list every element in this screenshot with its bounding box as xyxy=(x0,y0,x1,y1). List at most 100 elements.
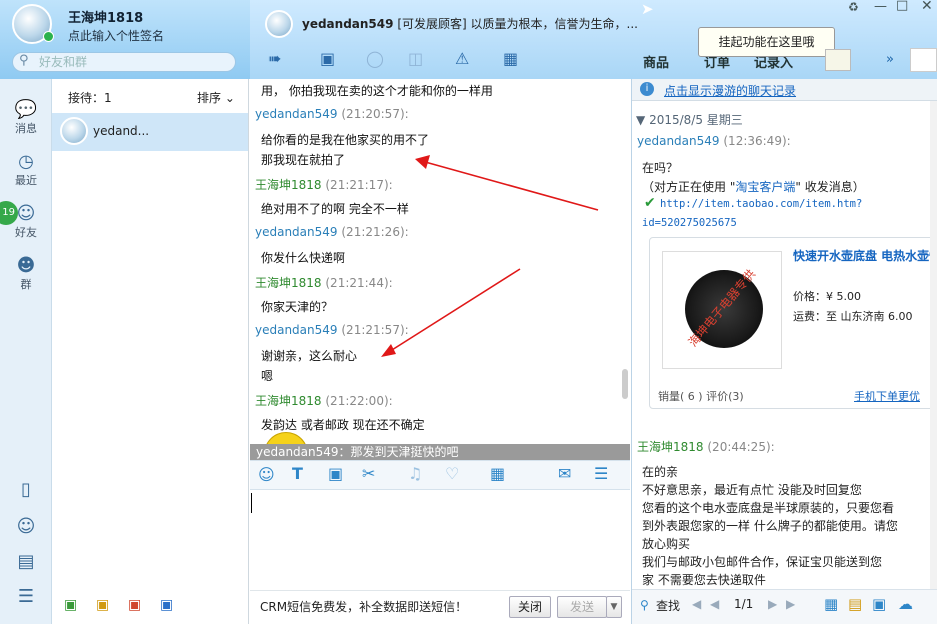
reply-line: 您看的这个电水壶底盘是半球原装的，只要您看 xyxy=(642,501,895,515)
app-icon-4[interactable]: ▣ xyxy=(160,597,173,613)
close-button[interactable]: 关闭 xyxy=(509,596,551,618)
phone-icon[interactable]: ▯ xyxy=(0,479,52,500)
bell-icon[interactable]: ♫ xyxy=(408,464,422,483)
clock-icon: ◷ xyxy=(18,151,34,172)
app-icon-1[interactable]: ▣ xyxy=(64,597,77,613)
export-icon[interactable]: ▣ xyxy=(872,595,886,613)
message-input[interactable] xyxy=(250,490,630,590)
arrow-head-1 xyxy=(415,155,430,169)
next-page-icon[interactable]: ▶ xyxy=(768,597,777,611)
menu-icon[interactable]: ☰ xyxy=(0,586,52,607)
client-note-pre: （对方正在使用 " xyxy=(642,180,736,194)
quick-reply-icon[interactable]: ✉ xyxy=(558,464,571,483)
nav-groups[interactable]: ☻ 群 xyxy=(0,255,52,292)
add-contact-icon[interactable]: ☺ xyxy=(0,516,52,537)
cloud-icon[interactable]: ☁ xyxy=(898,595,913,613)
product-sales: 销量( 6 ) 评价(3) xyxy=(658,390,744,403)
nav-recent[interactable]: ◷ 最近 xyxy=(0,151,52,188)
sms-promo[interactable]: CRM短信免费发，补全数据即送短信！ xyxy=(260,598,467,615)
peer-slogan: 以质量为根本，信誉为生命，... xyxy=(470,17,638,31)
client-note: （对方正在使用 "淘宝客户端" 收发消息） xyxy=(642,178,865,195)
sort-label: 排序 xyxy=(197,91,222,105)
product-card[interactable]: 海坤电子电器专供 快速开水壶底盘 电热水壶快速烧水壶底盘配件 价格：¥ 5.00… xyxy=(649,237,937,409)
red-arrow-1 xyxy=(417,159,599,211)
ship-value: 至 山东济南 6.00 xyxy=(826,310,913,323)
arrow-head-2 xyxy=(381,344,396,357)
client-link[interactable]: 淘宝客户端 xyxy=(735,180,795,194)
contact-name: yedand... xyxy=(93,124,150,138)
chat-bubble-icon: 💬 xyxy=(14,99,38,120)
collapse-icon[interactable]: ▼ xyxy=(636,113,645,127)
font-icon[interactable]: T xyxy=(292,464,303,483)
signature[interactable]: 点此输入个性签名 xyxy=(68,27,164,44)
note-icon[interactable] xyxy=(825,49,851,71)
alarm-icon[interactable]: ⚠ xyxy=(455,49,469,68)
find-button[interactable]: 查找 xyxy=(656,597,680,614)
first-page-icon[interactable]: ◀ xyxy=(692,597,701,611)
shield-check-icon: ✔ xyxy=(644,195,656,211)
message-preview-bar[interactable]: yedandan549：那发到天津挺快的吧 xyxy=(250,444,630,460)
last-page-icon[interactable]: ▶ xyxy=(786,597,795,611)
history-peer-time: (12:36:49): xyxy=(723,134,791,148)
shop-icon[interactable] xyxy=(910,48,937,72)
item-url[interactable]: http://item.taobao.com/item.htm? xyxy=(660,198,862,210)
client-note-post: " 收发消息） xyxy=(795,180,865,194)
mobile-buy-link[interactable]: 手机下单更优 xyxy=(854,388,920,404)
peer-avatar[interactable] xyxy=(265,10,293,38)
history-peer-head: yedandan549 (12:36:49): xyxy=(637,134,791,148)
close-icon[interactable]: ✕ xyxy=(921,0,933,14)
send-options-icon[interactable]: ▼ xyxy=(606,596,622,618)
heart-icon[interactable]: ♡ xyxy=(445,464,459,483)
history-self-name[interactable]: 王海坤1818 xyxy=(637,440,704,454)
history-q1: 在吗？ xyxy=(642,161,679,175)
inbox-icon[interactable]: ▤ xyxy=(0,551,52,572)
search-input[interactable]: 好友和群 xyxy=(12,52,236,72)
product-title[interactable]: 快速开水壶底盘 电热水壶快速烧水壶底盘配件 xyxy=(793,247,933,265)
date-label: 2015/8/5 星期三 xyxy=(649,113,743,127)
price-value: ¥ 5.00 xyxy=(826,290,861,303)
maximize-icon[interactable]: □ xyxy=(896,0,908,13)
folder-icon[interactable]: ▤ xyxy=(848,595,862,613)
image-icon[interactable]: ▣ xyxy=(328,464,343,483)
nav-friends-label: 好友 xyxy=(15,226,37,239)
scissors-icon[interactable]: ✂ xyxy=(362,464,375,483)
prev-page-icon[interactable]: ◀ xyxy=(710,597,719,611)
item-url-2[interactable]: id=520275025675 xyxy=(642,217,737,229)
history-peer-name[interactable]: yedandan549 xyxy=(637,134,720,148)
table-icon[interactable]: ▦ xyxy=(490,464,505,483)
tab-goods[interactable]: 商品 xyxy=(643,52,669,71)
history-reply: 在的亲 不好意思亲，最近有点忙 没能及时回复您 您看的这个电水壶底盘是半球原装的… xyxy=(642,463,898,589)
username: 王海坤1818 xyxy=(68,11,144,26)
contact-item[interactable]: yedand... xyxy=(52,113,248,151)
skin-icon[interactable]: ♻ xyxy=(848,0,859,14)
grid-icon[interactable]: ▦ xyxy=(824,595,838,613)
chevron-icon[interactable]: » xyxy=(886,52,894,67)
sort-button[interactable]: 排序 ⌄ xyxy=(197,89,235,106)
reply-line: 放心购买 xyxy=(642,537,691,551)
search-icon: ⚲ xyxy=(640,598,649,612)
search-icon: ⚲ xyxy=(19,53,29,68)
input-toolbar: ☺ T ▣ ✂ ♫ ♡ ▦ ✉ ☰ xyxy=(250,460,630,490)
emoji-button-icon[interactable]: ☺ xyxy=(258,465,275,484)
history-scrollbar[interactable] xyxy=(930,101,937,589)
send-button[interactable]: 发送 xyxy=(557,596,607,618)
nav-message[interactable]: 💬 消息 xyxy=(0,99,52,136)
history-icon[interactable]: ☰ xyxy=(594,464,608,483)
history-date: ▼ 2015/8/5 星期三 xyxy=(636,111,743,128)
red-arrow-2 xyxy=(383,268,521,356)
roam-link[interactable]: 点击显示漫游的聊天记录 xyxy=(664,82,796,99)
history-self-time: (20:44:25): xyxy=(707,440,775,454)
product-image[interactable]: 海坤电子电器专供 xyxy=(662,251,782,369)
send-file-icon[interactable]: ➠ xyxy=(268,49,281,68)
app-icon-2[interactable]: ▣ xyxy=(96,597,109,613)
remote-icon[interactable]: ◫ xyxy=(408,49,423,68)
video-icon[interactable]: ▣ xyxy=(320,49,335,68)
contact-avatar xyxy=(60,117,88,145)
app-icon-3[interactable]: ▣ xyxy=(128,597,141,613)
chat-messages: 用， 你拍我现在卖的这个才能和你的一样用 yedandan549 (21:20:… xyxy=(250,79,630,446)
peer-name[interactable]: yedandan549 xyxy=(302,17,393,31)
minimize-icon[interactable]: — xyxy=(874,0,887,14)
voice-icon[interactable]: ◯ xyxy=(366,49,384,68)
calendar-icon[interactable]: ▦ xyxy=(503,49,518,68)
left-nav: 💬 消息 ◷ 最近 ☺ 好友 ☻ 群 ▯ ☺ ▤ ☰ xyxy=(0,79,52,624)
